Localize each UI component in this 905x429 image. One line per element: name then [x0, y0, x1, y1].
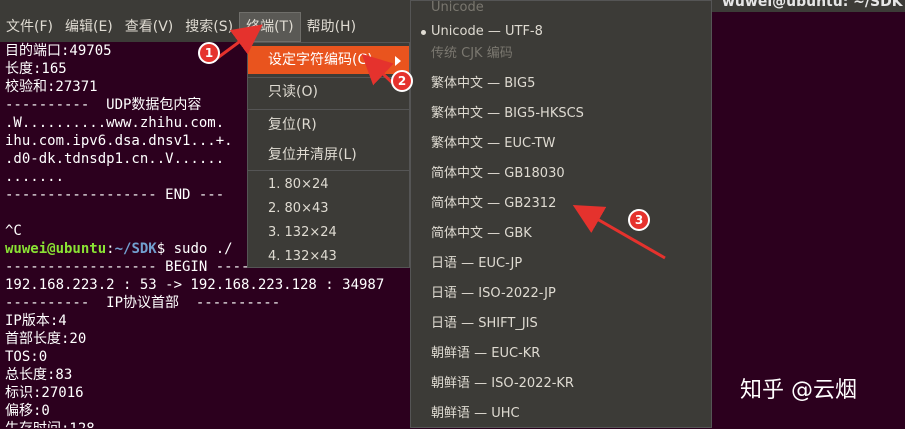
watermark: 知乎 @云烟 — [740, 378, 857, 403]
arrow-3 — [572, 205, 666, 260]
annotation-badge-1: 1 — [198, 42, 220, 64]
annotation-badge-2: 2 — [391, 70, 413, 92]
annotation-arrows — [211, 24, 666, 260]
annotation-badge-3: 3 — [628, 209, 650, 231]
